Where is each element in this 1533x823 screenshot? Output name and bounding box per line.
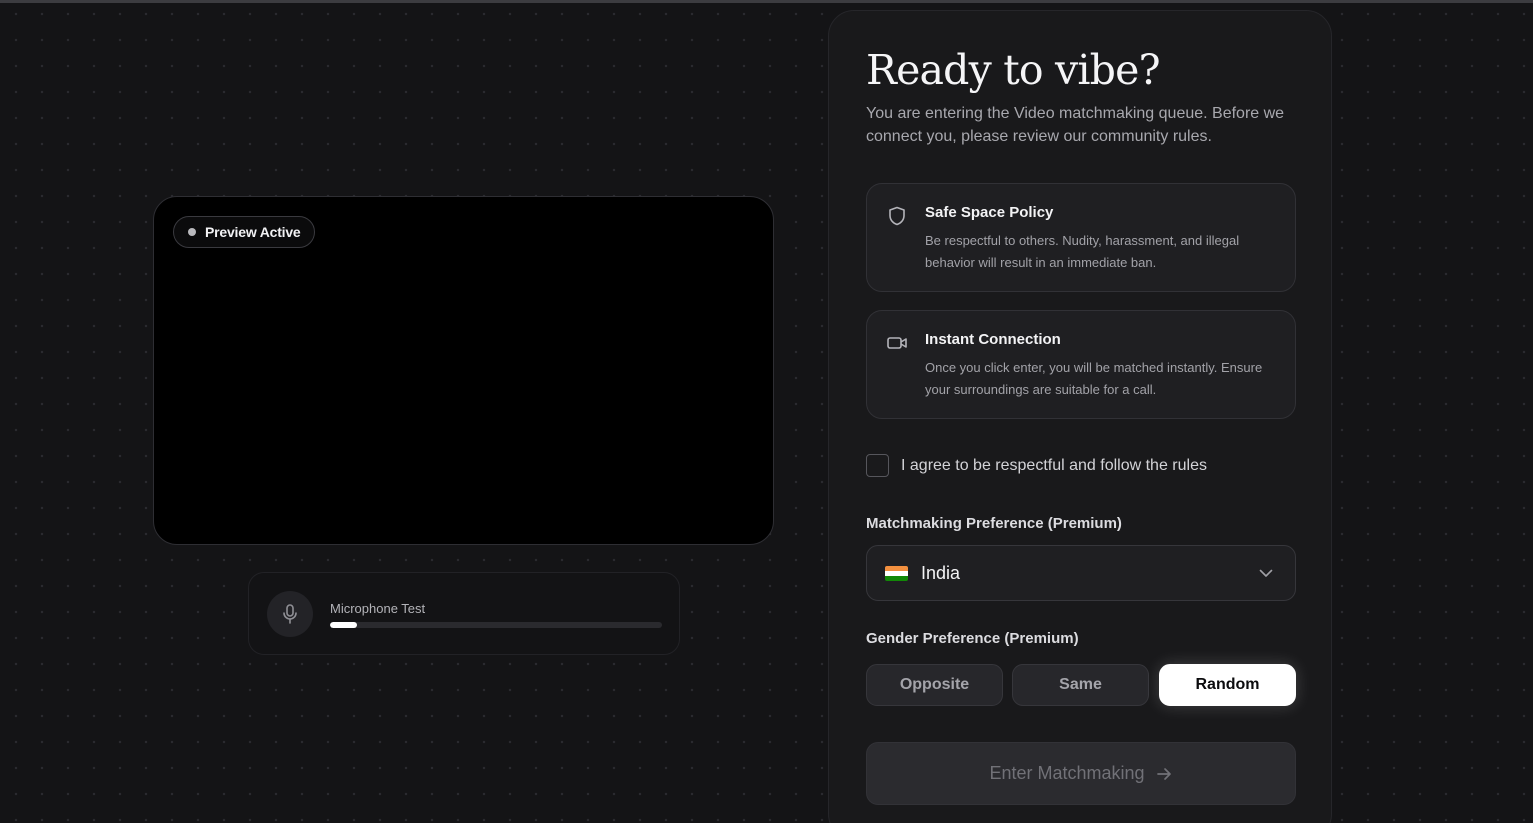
country-select-value: India — [921, 562, 961, 583]
preview-badge-label: Preview Active — [205, 224, 301, 240]
page-title: Ready to vibe? — [866, 46, 1161, 94]
agree-checkbox[interactable] — [866, 454, 889, 477]
microphone-level-fill — [330, 622, 357, 628]
india-flag-icon — [885, 565, 908, 581]
microphone-icon — [283, 604, 297, 624]
rule-title: Safe Space Policy — [925, 204, 1054, 221]
rule-card-safe-space: Safe Space Policy Be respectful to other… — [866, 183, 1296, 292]
preview-active-badge: Preview Active — [173, 216, 315, 248]
window-top-border — [0, 0, 1533, 3]
country-select[interactable]: India — [866, 545, 1296, 601]
arrow-right-icon — [1156, 767, 1171, 780]
rule-title: Instant Connection — [925, 331, 1061, 348]
gender-option-same[interactable]: Same — [1012, 664, 1149, 706]
rule-card-instant-connection: Instant Connection Once you click enter,… — [866, 310, 1296, 419]
microphone-test-label: Microphone Test — [330, 601, 426, 616]
chevron-down-icon — [1259, 569, 1273, 577]
enter-matchmaking-button[interactable]: Enter Matchmaking — [866, 742, 1296, 805]
enter-matchmaking-label: Enter Matchmaking — [989, 763, 1145, 783]
shield-icon — [889, 206, 905, 226]
rule-description: Be respectful to others. Nudity, harassm… — [925, 233, 1240, 270]
status-dot — [188, 228, 196, 236]
matchmaking-preference-label: Matchmaking Preference (Premium) — [866, 515, 1122, 532]
microphone-test-card: Microphone Test — [248, 572, 680, 655]
matchmaking-panel: Ready to vibe? You are entering the Vide… — [828, 10, 1332, 823]
page-subtitle: You are entering the Video matchmaking q… — [866, 105, 1285, 145]
microphone-button[interactable] — [267, 591, 313, 637]
microphone-level-meter — [330, 622, 662, 628]
video-camera-icon — [887, 337, 907, 349]
video-preview: Preview Active — [153, 196, 774, 545]
gender-option-opposite[interactable]: Opposite — [866, 664, 1003, 706]
agree-rules-row[interactable]: I agree to be respectful and follow the … — [866, 454, 1207, 477]
rule-description: Once you click enter, you will be matche… — [925, 360, 1263, 397]
gender-preference-label: Gender Preference (Premium) — [866, 630, 1079, 647]
agree-label[interactable]: I agree to be respectful and follow the … — [901, 457, 1207, 475]
gender-option-random[interactable]: Random — [1159, 664, 1296, 706]
